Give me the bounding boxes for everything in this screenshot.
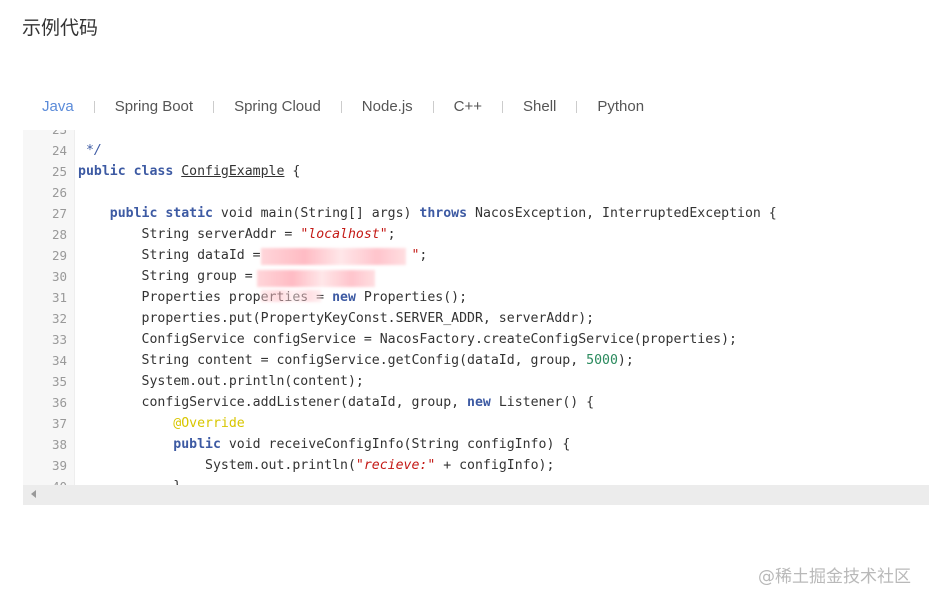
code-text: public static void main(String[] args) t… xyxy=(78,203,777,224)
code-token: String serverAddr = xyxy=(78,227,301,242)
code-token: ); xyxy=(617,353,634,368)
code-token: properties.put(PropertyKeyConst.SERVER_A… xyxy=(78,311,595,326)
code-line: 30 String group = xyxy=(23,266,929,287)
code-line: 34 String content = configService.getCon… xyxy=(23,350,929,371)
code-token: 5000 xyxy=(586,353,618,368)
code-token: "recieve:" xyxy=(355,458,436,473)
code-token: "localhost" xyxy=(300,227,388,242)
code-line: 27 public static void main(String[] args… xyxy=(23,203,929,224)
code-text: String group = xyxy=(78,266,261,287)
code-token: @Override xyxy=(78,416,245,431)
code-text: public void receiveConfigInfo(String con… xyxy=(78,434,570,455)
tab-java[interactable]: Java xyxy=(22,94,94,120)
code-line: 38 public void receiveConfigInfo(String … xyxy=(23,434,929,455)
line-number: 30 xyxy=(51,269,67,284)
code-token: void receiveConfigInfo(String configInfo… xyxy=(228,437,571,452)
redacted-properties-overlay xyxy=(261,290,321,302)
line-number: 27 xyxy=(51,206,67,221)
code-token: new xyxy=(467,395,491,410)
code-text: System.out.println(content); xyxy=(78,371,364,392)
code-line: 36 configService.addListener(dataId, gro… xyxy=(23,392,929,413)
redacted-group xyxy=(257,270,375,287)
tab-python[interactable]: Python xyxy=(577,94,664,120)
tab-c[interactable]: C++ xyxy=(434,94,502,120)
code-line: 37 @Override xyxy=(23,413,929,434)
code-line: 29 String dataId = "; xyxy=(23,245,929,266)
tab-spring-boot[interactable]: Spring Boot xyxy=(95,94,213,120)
line-number: 39 xyxy=(51,458,67,473)
code-line: 24 */ xyxy=(23,140,929,161)
code-token: public xyxy=(78,437,229,452)
line-number: 33 xyxy=(51,332,67,347)
code-token: String dataId = xyxy=(78,248,269,263)
code-text: public class ConfigExample { xyxy=(78,161,300,182)
code-line: 28 String serverAddr = "localhost"; xyxy=(23,224,929,245)
code-line: 39 System.out.println("recieve:" + confi… xyxy=(23,455,929,476)
code-text: configService.addListener(dataId, group,… xyxy=(78,392,595,413)
code-token: NacosException, InterruptedException { xyxy=(467,206,777,221)
scroll-left-arrow-icon[interactable] xyxy=(31,490,36,498)
code-text: ConfigService configService = NacosFacto… xyxy=(78,329,737,350)
line-number: 24 xyxy=(51,143,67,158)
code-line: 31 Properties properties = new Propertie… xyxy=(23,287,929,308)
line-number: 35 xyxy=(51,374,67,389)
page-title: 示例代码 xyxy=(22,17,99,39)
code-token: ; xyxy=(419,248,428,263)
code-token: String content = configService.getConfig… xyxy=(78,353,587,368)
code-token: ConfigExample xyxy=(181,164,285,179)
code-token: configService.addListener(dataId, group, xyxy=(78,395,468,410)
tab-spring-cloud[interactable]: Spring Cloud xyxy=(214,94,341,120)
code-token: + configInfo); xyxy=(435,458,555,473)
line-number: 31 xyxy=(51,290,67,305)
code-line: 33 ConfigService configService = NacosFa… xyxy=(23,329,929,350)
code-token: throws xyxy=(419,206,468,221)
code-token: { xyxy=(284,164,301,179)
code-lines: 2324 */25public class ConfigExample {262… xyxy=(23,130,929,497)
code-token: ; xyxy=(387,227,396,242)
code-text: System.out.println("recieve:" + configIn… xyxy=(78,455,554,476)
code-viewer: 2324 */25public class ConfigExample {262… xyxy=(23,130,929,505)
line-number: 36 xyxy=(51,395,67,410)
code-token: String group = xyxy=(78,269,261,284)
code-text: @Override xyxy=(78,413,245,434)
code-token: ConfigService configService = NacosFacto… xyxy=(78,332,737,347)
line-number: 34 xyxy=(51,353,67,368)
watermark: @稀土掘金技术社区 xyxy=(758,567,911,587)
code-token: new xyxy=(332,290,356,305)
line-number: 25 xyxy=(51,164,67,179)
code-text: properties.put(PropertyKeyConst.SERVER_A… xyxy=(78,308,595,329)
code-token: System.out.println(content); xyxy=(78,374,364,389)
code-text: */ xyxy=(78,140,102,161)
tab-node-js[interactable]: Node.js xyxy=(342,94,433,120)
horizontal-scrollbar[interactable] xyxy=(23,485,929,505)
code-line: 23 xyxy=(23,130,929,140)
code-token: void main(String[] args) xyxy=(220,206,420,221)
code-line: 25 public class ConfigExample { xyxy=(23,161,929,182)
code-token: */ xyxy=(78,143,102,158)
code-text: String serverAddr = "localhost"; xyxy=(78,224,396,245)
language-tabs: Java Spring Boot Spring Cloud Node.js C++ She… xyxy=(22,94,664,120)
line-number: 37 xyxy=(51,416,67,431)
code-token: public static xyxy=(78,206,221,221)
line-number: 29 xyxy=(51,248,67,263)
line-number: 26 xyxy=(51,185,67,200)
code-line: 32 properties.put(PropertyKeyConst.SERVE… xyxy=(23,308,929,329)
code-line: 26 xyxy=(23,182,929,203)
line-number: 23 xyxy=(23,130,67,140)
tab-shell[interactable]: Shell xyxy=(503,94,576,120)
code-token: Listener() { xyxy=(490,395,595,410)
code-token: System.out.println( xyxy=(78,458,356,473)
line-number: 28 xyxy=(51,227,67,242)
line-number: 38 xyxy=(51,437,67,452)
code-token: Properties(); xyxy=(355,290,468,305)
code-line: 35 System.out.println(content); xyxy=(23,371,929,392)
line-number: 32 xyxy=(51,311,67,326)
redacted-data-id xyxy=(261,248,406,265)
code-text: String content = configService.getConfig… xyxy=(78,350,634,371)
code-token: public class xyxy=(78,164,182,179)
